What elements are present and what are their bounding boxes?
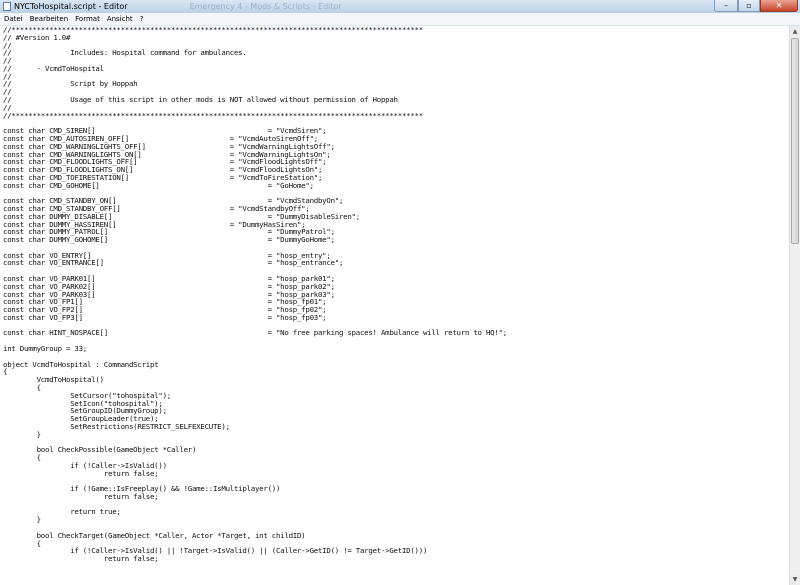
- code-line: // - VcmdToHospital: [3, 63, 104, 73]
- code-line: return false;: [3, 554, 159, 564]
- code-line: const char DUMMY_GOHOME[] = "DummyGoHome…: [3, 235, 335, 245]
- code-line: //**************************************…: [3, 26, 423, 34]
- scroll-down-arrow-icon[interactable]: ▼: [790, 574, 800, 585]
- code-line: {: [3, 367, 8, 377]
- vertical-scrollbar[interactable]: ▲ ▼: [789, 26, 800, 585]
- code-line: const char VO_FP3[] = "hosp_fp03";: [3, 312, 327, 322]
- scrollbar-thumb[interactable]: [791, 38, 799, 244]
- code-line: const char HINT_NOSPACE[] = "No free par…: [3, 328, 507, 338]
- close-button[interactable]: ✕: [760, 0, 798, 12]
- code-line: object VcmdToHospital : CommandScript: [3, 359, 159, 369]
- window-title: NYCToHospital.script - Editor: [14, 2, 128, 11]
- script-text[interactable]: //**************************************…: [0, 26, 789, 563]
- menu-edit[interactable]: Bearbeiten: [27, 15, 71, 23]
- code-line: bool CheckTarget(GameObject *Caller, Act…: [3, 530, 306, 540]
- code-line: const char VO_ENTRANCE[] = "hosp_entranc…: [3, 258, 344, 268]
- code-line: const char CMD_GOHOME[] = "GoHome";: [3, 180, 314, 190]
- menu-file[interactable]: Datei: [1, 15, 26, 23]
- code-line: return false;: [3, 468, 159, 478]
- window-controls: – ▫ ✕: [714, 0, 798, 12]
- code-line: return true;: [3, 507, 121, 517]
- code-line: VcmdToHospital(): [3, 375, 104, 385]
- code-line: SetRestrictions(RESTRICT_SELFEXECUTE);: [3, 421, 230, 431]
- notepad-window: NYCToHospital.script - Editor Emergency …: [0, 0, 800, 585]
- code-line: // #Version 1.0#: [3, 32, 71, 42]
- notepad-app-icon[interactable]: [3, 2, 11, 11]
- text-editor-area[interactable]: //**************************************…: [0, 26, 789, 585]
- code-line: bool CheckPossible(GameObject *Caller): [3, 445, 197, 455]
- menu-view[interactable]: Ansicht: [104, 15, 136, 23]
- code-line: // Usage of this script in other mods is…: [3, 95, 398, 105]
- minimize-button[interactable]: –: [714, 0, 738, 12]
- code-line: //**************************************…: [3, 110, 423, 120]
- code-line: return false;: [3, 491, 159, 501]
- code-line: //: [3, 56, 12, 66]
- maximize-button[interactable]: ▫: [738, 0, 760, 12]
- menu-help[interactable]: ?: [137, 15, 147, 23]
- menu-bar: Datei Bearbeiten Format Ansicht ?: [0, 13, 800, 26]
- code-line: // Script by Hoppah: [3, 79, 138, 89]
- code-line: // Includes: Hospital command for ambula…: [3, 48, 247, 58]
- code-line: }: [3, 429, 41, 439]
- title-bar[interactable]: NYCToHospital.script - Editor Emergency …: [0, 0, 800, 13]
- code-line: }: [3, 515, 41, 525]
- code-line: int DummyGroup = 33;: [3, 344, 87, 354]
- background-window-title: Emergency 4 - Mods & Scripts - Editor: [189, 2, 342, 11]
- menu-format[interactable]: Format: [72, 15, 103, 23]
- scroll-up-arrow-icon[interactable]: ▲: [790, 26, 800, 37]
